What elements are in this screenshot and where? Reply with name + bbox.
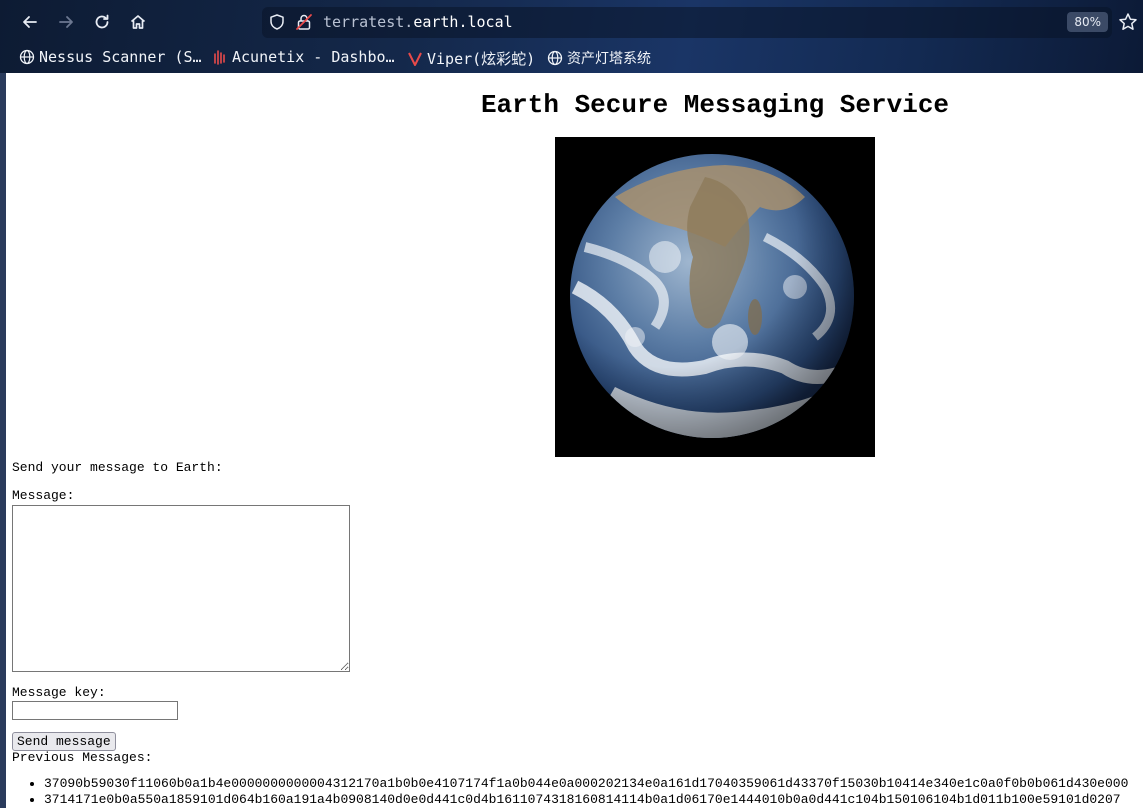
page-content: Earth Secure Messaging Service Send your…: [6, 73, 1143, 808]
list-item: 37090b59030f11060b0a1b4e0000000000004312…: [44, 776, 1128, 792]
zoom-level-badge[interactable]: 80%: [1067, 12, 1108, 32]
reload-icon: [95, 14, 109, 29]
home-icon: [130, 15, 146, 29]
globe-icon: [547, 50, 563, 66]
bookmark-acunetix[interactable]: Acunetix - Dashbo…: [212, 48, 395, 66]
home-button[interactable]: [124, 8, 152, 36]
bookmark-label: Acunetix - Dashbo…: [232, 48, 395, 66]
previous-messages-list: 37090b59030f11060b0a1b4e0000000000004312…: [6, 776, 1128, 808]
globe-icon: [19, 49, 35, 65]
url-host-prefix: terratest.: [323, 13, 414, 31]
browser-chrome: terratest.earth.local 80% Nessus Scanner…: [0, 0, 1143, 73]
reload-button[interactable]: [88, 8, 116, 36]
send-heading: Send your message to Earth:: [12, 460, 223, 475]
url-text[interactable]: terratest.earth.local: [323, 13, 513, 31]
bookmark-asset-lighthouse[interactable]: 资产灯塔系统: [547, 48, 651, 68]
insecure-lock-icon[interactable]: [295, 13, 313, 31]
send-message-button[interactable]: Send message: [12, 732, 116, 751]
bookmark-nessus[interactable]: Nessus Scanner (S…: [19, 48, 202, 66]
bookmark-label: Viper(炫彩蛇): [427, 50, 536, 68]
message-textarea[interactable]: [12, 505, 350, 672]
back-arrow-icon: [23, 16, 37, 28]
back-button[interactable]: [16, 8, 44, 36]
url-bar[interactable]: terratest.earth.local 80%: [262, 7, 1112, 38]
shield-icon[interactable]: [268, 13, 286, 31]
message-label: Message:: [12, 488, 75, 503]
forward-arrow-icon: [59, 16, 73, 28]
page-title: Earth Secure Messaging Service: [480, 90, 950, 120]
acunetix-icon: [214, 50, 225, 65]
earth-image: [555, 137, 875, 457]
message-key-input[interactable]: [12, 701, 178, 720]
bookmark-star-icon[interactable]: [1118, 12, 1138, 32]
list-item: 3714171e0b0a550a1859101d064b160a191a4b09…: [44, 792, 1128, 808]
previous-messages-heading: Previous Messages:: [12, 750, 153, 765]
message-key-label: Message key:: [12, 685, 106, 700]
bookmarks-bar: Nessus Scanner (S… Acunetix - Dashbo… Vi…: [0, 44, 1143, 70]
bookmark-label: Nessus Scanner (S…: [39, 48, 202, 66]
bookmark-label: 资产灯塔系统: [567, 51, 651, 67]
viper-icon: [408, 52, 422, 66]
url-host-main: earth.local: [413, 13, 513, 31]
forward-button[interactable]: [52, 8, 80, 36]
bookmark-viper[interactable]: Viper(炫彩蛇): [407, 48, 535, 69]
